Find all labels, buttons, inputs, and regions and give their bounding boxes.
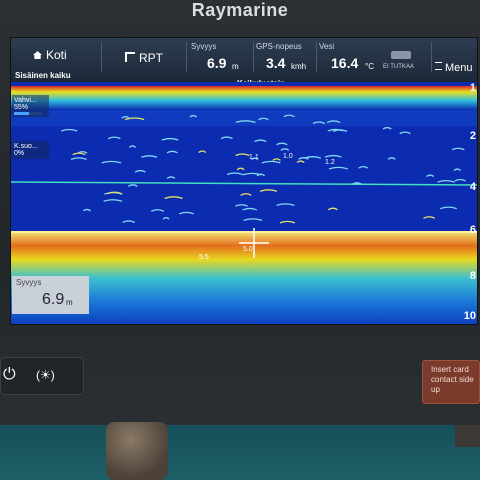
target-label: 1.1 bbox=[249, 154, 259, 161]
speed-unit: kmh bbox=[291, 62, 307, 71]
clutter-label: K.suo... bbox=[14, 143, 38, 150]
clutter-value: 0% bbox=[14, 150, 25, 157]
radar-icon bbox=[391, 51, 411, 59]
rpt-label: RPT bbox=[139, 51, 163, 65]
clutter-panel[interactable]: K.suo... 0% bbox=[12, 141, 49, 159]
target-label: 5.5 bbox=[199, 254, 209, 261]
target-label: 5.0 bbox=[243, 246, 253, 253]
card-slot-line1: Insert card bbox=[431, 365, 469, 374]
depth-scale-label: 2 bbox=[469, 130, 476, 142]
card-slot-line2: contact side up bbox=[431, 375, 474, 394]
depth-box: Syvyys 6.9 m bbox=[12, 276, 89, 314]
depth-scale-label: 1 bbox=[469, 82, 476, 94]
depth-value: 6.9 bbox=[207, 55, 227, 71]
power-icon: ⏻ bbox=[3, 366, 16, 383]
depth-scale-label: 10 bbox=[463, 310, 476, 322]
display-screen: Koti RPT Syvyys 6.9 m GPS-nopeus 3.4 kmh… bbox=[10, 37, 478, 325]
depth-scale-label: 8 bbox=[469, 270, 476, 282]
water-temp-unit: °C bbox=[365, 62, 374, 71]
depth-box-caption: Syvyys bbox=[16, 278, 42, 287]
radar-status-label: EI TUTKAA bbox=[383, 64, 414, 70]
depth-scale-label: 6 bbox=[469, 224, 476, 236]
target-label: 1.0 bbox=[283, 153, 293, 160]
divider bbox=[431, 42, 432, 72]
home-label: Koti bbox=[46, 48, 67, 62]
depth-unit: m bbox=[232, 62, 239, 71]
water-temp-value: 16.4 bbox=[331, 55, 359, 71]
gain-value: 55% bbox=[14, 104, 29, 111]
depth-box-unit: m bbox=[66, 298, 73, 307]
upper-layer bbox=[11, 110, 477, 126]
speed-value: 3.4 bbox=[266, 55, 286, 71]
divider bbox=[186, 42, 187, 72]
speed-readout: GPS-nopeus 3.4 kmh bbox=[256, 38, 316, 74]
depth-box-value: 6.9 bbox=[42, 291, 65, 308]
gain-bar bbox=[14, 112, 42, 115]
top-bar: Koti RPT Syvyys 6.9 m GPS-nopeus 3.4 kmh… bbox=[11, 38, 477, 88]
brightness-icon: (☀) bbox=[36, 368, 55, 382]
speed-caption: GPS-nopeus bbox=[256, 42, 302, 51]
sonar-source-label: Sisäinen kaiku bbox=[15, 71, 71, 80]
surface-clutter bbox=[11, 86, 477, 110]
water-temp-readout: Vesi 16.4 °C bbox=[319, 38, 379, 74]
card-slot-door[interactable]: Insert card contact side up bbox=[422, 360, 480, 404]
target-label: 1.2 bbox=[325, 159, 335, 166]
depth-scale-label: 4 bbox=[469, 181, 476, 193]
radar-status[interactable]: EI TUTKAA bbox=[379, 38, 429, 74]
divider bbox=[253, 42, 254, 72]
water-caption: Vesi bbox=[319, 42, 335, 51]
gain-label: Vahvi... bbox=[14, 97, 37, 104]
home-icon bbox=[33, 51, 42, 59]
rpt-icon bbox=[125, 52, 135, 62]
boat-dash bbox=[0, 425, 480, 480]
mount-bracket bbox=[455, 425, 480, 447]
depth-readout: Syvyys 6.9 m bbox=[191, 38, 251, 74]
power-brightness-button[interactable]: ⏻ (☀) bbox=[0, 357, 84, 395]
divider bbox=[316, 42, 317, 72]
gain-panel[interactable]: Vahvi... 55% bbox=[12, 95, 49, 117]
menu-label: Menu bbox=[445, 62, 473, 74]
menu-icon bbox=[435, 62, 442, 70]
divider bbox=[101, 42, 102, 72]
mount-knob bbox=[106, 422, 168, 480]
brand-logo: Raymarine bbox=[191, 0, 289, 20]
depth-caption: Syvyys bbox=[191, 42, 217, 51]
